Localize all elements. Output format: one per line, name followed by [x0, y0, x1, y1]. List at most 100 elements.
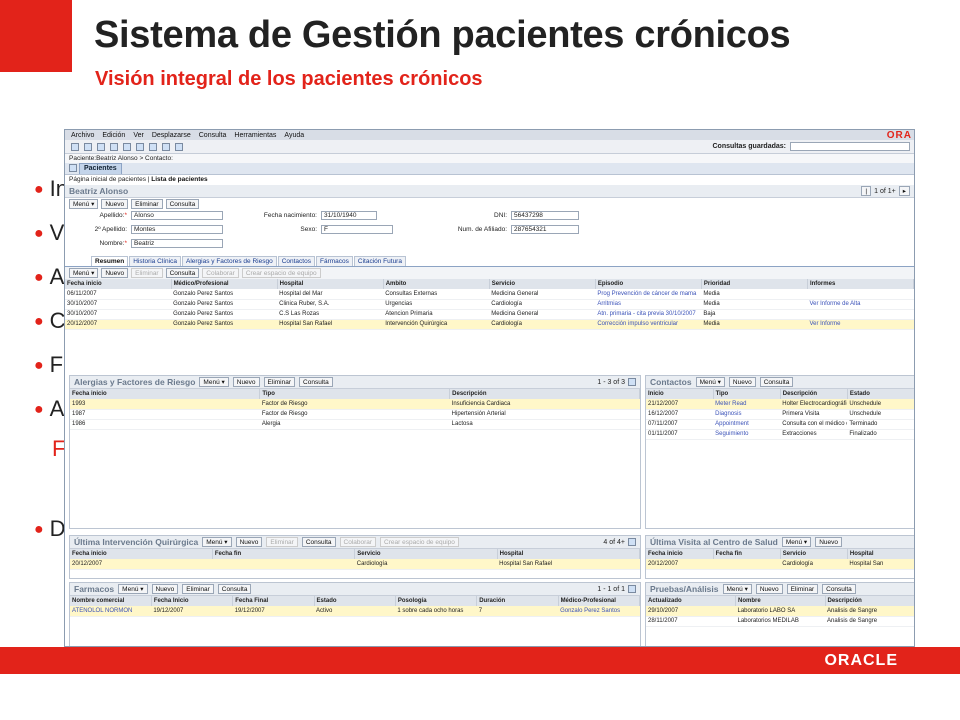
- table-row[interactable]: 28/11/2007 Laboratorios MEDILAB Analisis d…: [646, 616, 914, 627]
- table-row[interactable]: 1987 Factor de Riesgo Hipertensión Arteria…: [70, 409, 640, 420]
- nuevo-button[interactable]: Nuevo: [232, 377, 260, 387]
- tab-historia[interactable]: Historia Clínica: [129, 256, 181, 266]
- tab-citacion[interactable]: Citación Futura: [353, 256, 406, 266]
- edit-icon[interactable]: [110, 142, 118, 151]
- eliminar-button[interactable]: Eliminar: [182, 584, 214, 594]
- report-icon[interactable]: [162, 142, 170, 151]
- table-row[interactable]: 20/12/2007 Cardiología Hospital San Rafael: [70, 559, 640, 570]
- binoculars-icon[interactable]: [123, 142, 131, 151]
- grid-icon[interactable]: [628, 585, 636, 593]
- tab-alergias[interactable]: Alergias y Factores de Riesgo: [181, 256, 277, 266]
- menu-archivo[interactable]: Archivo: [71, 132, 94, 139]
- menu-button[interactable]: Menú ▾: [199, 377, 229, 387]
- consulta-button[interactable]: Consulta: [165, 199, 200, 209]
- column-header[interactable]: Fecha Inicio: [151, 596, 234, 606]
- menu-ver[interactable]: Ver: [133, 132, 144, 139]
- column-header[interactable]: Actualizado: [646, 596, 736, 606]
- table-cell[interactable]: Arritmias: [595, 299, 702, 310]
- column-header[interactable]: Nombre comercial: [70, 596, 152, 606]
- nuevo-button[interactable]: Nuevo: [151, 584, 179, 594]
- column-header[interactable]: Estado: [314, 596, 396, 606]
- column-header[interactable]: Prioridad: [701, 279, 808, 289]
- table-cell[interactable]: Seguimiento: [713, 429, 781, 440]
- tab-resumen[interactable]: Resumen: [91, 256, 129, 266]
- consulta-button[interactable]: Consulta: [301, 537, 336, 547]
- column-header[interactable]: Fecha Final: [232, 596, 315, 606]
- column-header[interactable]: Fecha inicio: [70, 389, 261, 399]
- column-header[interactable]: Descripción: [780, 389, 848, 399]
- menu-button[interactable]: Menú ▾: [202, 537, 232, 547]
- menu-consulta[interactable]: Consulta: [199, 132, 227, 139]
- nombre-field[interactable]: Beatriz: [131, 239, 223, 248]
- column-header[interactable]: Fecha inicio: [70, 549, 213, 559]
- column-header[interactable]: Hospital: [277, 279, 384, 289]
- menu-button[interactable]: Menú ▾: [118, 584, 148, 594]
- table-cell[interactable]: Appointment: [713, 419, 781, 430]
- crear-espacio-button[interactable]: Crear espacio de equipo: [380, 537, 459, 547]
- nuevo-button[interactable]: Nuevo: [101, 268, 129, 278]
- column-header[interactable]: Ambito: [383, 279, 490, 289]
- table-row[interactable]: 07/11/2007 Appointment Consulta con el méd…: [646, 419, 914, 430]
- table-cell[interactable]: Prog Prevención de cáncer de mama: [595, 289, 702, 300]
- apellido-field[interactable]: Alonso: [131, 211, 223, 220]
- table-cell[interactable]: Ver Informe: [807, 319, 914, 330]
- column-header[interactable]: Episodio: [595, 279, 702, 289]
- apellido2-field[interactable]: Montes: [131, 225, 223, 234]
- sitemap-icon[interactable]: [69, 164, 77, 172]
- column-header[interactable]: Fecha fin: [713, 549, 781, 559]
- eliminar-button[interactable]: Eliminar: [786, 584, 819, 594]
- nuevo-button[interactable]: Nuevo: [235, 537, 263, 547]
- nuevo-button[interactable]: Nuevo: [728, 377, 756, 387]
- grid-icon[interactable]: [628, 538, 636, 546]
- column-header[interactable]: Médico/Profesional: [171, 279, 278, 289]
- table-row[interactable]: 20/12/2007 Cardiología Hospital San: [646, 559, 914, 570]
- column-header[interactable]: Inicio: [646, 389, 714, 399]
- column-header[interactable]: Hospital: [847, 549, 914, 559]
- query-icon[interactable]: [136, 142, 144, 151]
- column-header[interactable]: Tipo: [259, 389, 451, 399]
- consulta-button[interactable]: Consulta: [165, 268, 200, 278]
- column-header[interactable]: Posología: [395, 596, 478, 606]
- table-row[interactable]: 20/12/2007 Gonzalo Perez Santos Hospital S…: [65, 319, 914, 330]
- nuevo-button[interactable]: Nuevo: [101, 199, 129, 209]
- table-cell[interactable]: Diagnosis: [713, 409, 781, 420]
- link-home-pacientes[interactable]: Página inicial de pacientes: [69, 176, 146, 183]
- menu-ayuda[interactable]: Ayuda: [284, 132, 304, 139]
- sexo-select[interactable]: F: [321, 225, 393, 234]
- crear-espacio-button[interactable]: Crear espacio de equipo: [241, 268, 321, 278]
- table-row[interactable]: 30/10/2007 Gonzalo Perez Santos Clinica Ru…: [65, 299, 914, 310]
- consulta-button[interactable]: Consulta: [822, 584, 856, 594]
- table-cell[interactable]: Corrección impulso ventricular: [595, 319, 702, 330]
- pager-next[interactable]: ▸: [898, 186, 910, 196]
- table-row[interactable]: 1993 Factor de Riesgo Insuficiencia Cardia…: [70, 399, 640, 410]
- table-row[interactable]: 29/10/2007 Laboratorio LABO SA Analisis de…: [646, 606, 914, 617]
- table-row[interactable]: 21/12/2007 Meter Read Holter Electrocardio…: [646, 399, 914, 410]
- column-header[interactable]: Duración: [476, 596, 559, 606]
- column-header[interactable]: Médico-Profesional: [558, 596, 640, 606]
- table-cell[interactable]: Ver Informe de Alta: [807, 299, 914, 310]
- link-lista-pacientes[interactable]: Lista de pacientes: [151, 176, 207, 183]
- table-cell[interactable]: Meter Read: [713, 399, 781, 410]
- menu-button[interactable]: Menú ▾: [69, 199, 99, 209]
- table-row[interactable]: 1986 Alergia Lactosa: [70, 419, 640, 430]
- colaborar-button[interactable]: Colaborar: [202, 268, 239, 278]
- afiliado-field[interactable]: 287654321: [511, 225, 579, 234]
- nuevo-button[interactable]: Nuevo: [755, 584, 783, 594]
- eliminar-button[interactable]: Eliminar: [263, 377, 296, 387]
- menu-button[interactable]: Menú ▾: [695, 377, 725, 387]
- table-cell[interactable]: [807, 309, 914, 320]
- table-row[interactable]: 30/10/2007 Gonzalo Perez Santos C.S Las Ro…: [65, 309, 914, 320]
- eliminar-button[interactable]: Eliminar: [131, 199, 163, 209]
- saved-queries-select[interactable]: [790, 142, 910, 151]
- column-header[interactable]: Tipo: [713, 389, 781, 399]
- eliminar-button[interactable]: Eliminar: [131, 268, 163, 278]
- eliminar-button[interactable]: Eliminar: [266, 537, 298, 547]
- table-cell[interactable]: ATENOLOL NORMON: [70, 606, 152, 617]
- pager-first[interactable]: |: [861, 186, 872, 196]
- menu-herramientas[interactable]: Herramientas: [234, 132, 276, 139]
- column-header[interactable]: Descripción: [449, 389, 640, 399]
- table-cell[interactable]: Atn. primaria - cita previa 30/10/2007: [595, 309, 702, 320]
- column-header[interactable]: Hospital: [497, 549, 640, 559]
- new-record-icon[interactable]: [71, 142, 79, 151]
- fecha-nacimiento-field[interactable]: 31/10/1940: [321, 211, 377, 220]
